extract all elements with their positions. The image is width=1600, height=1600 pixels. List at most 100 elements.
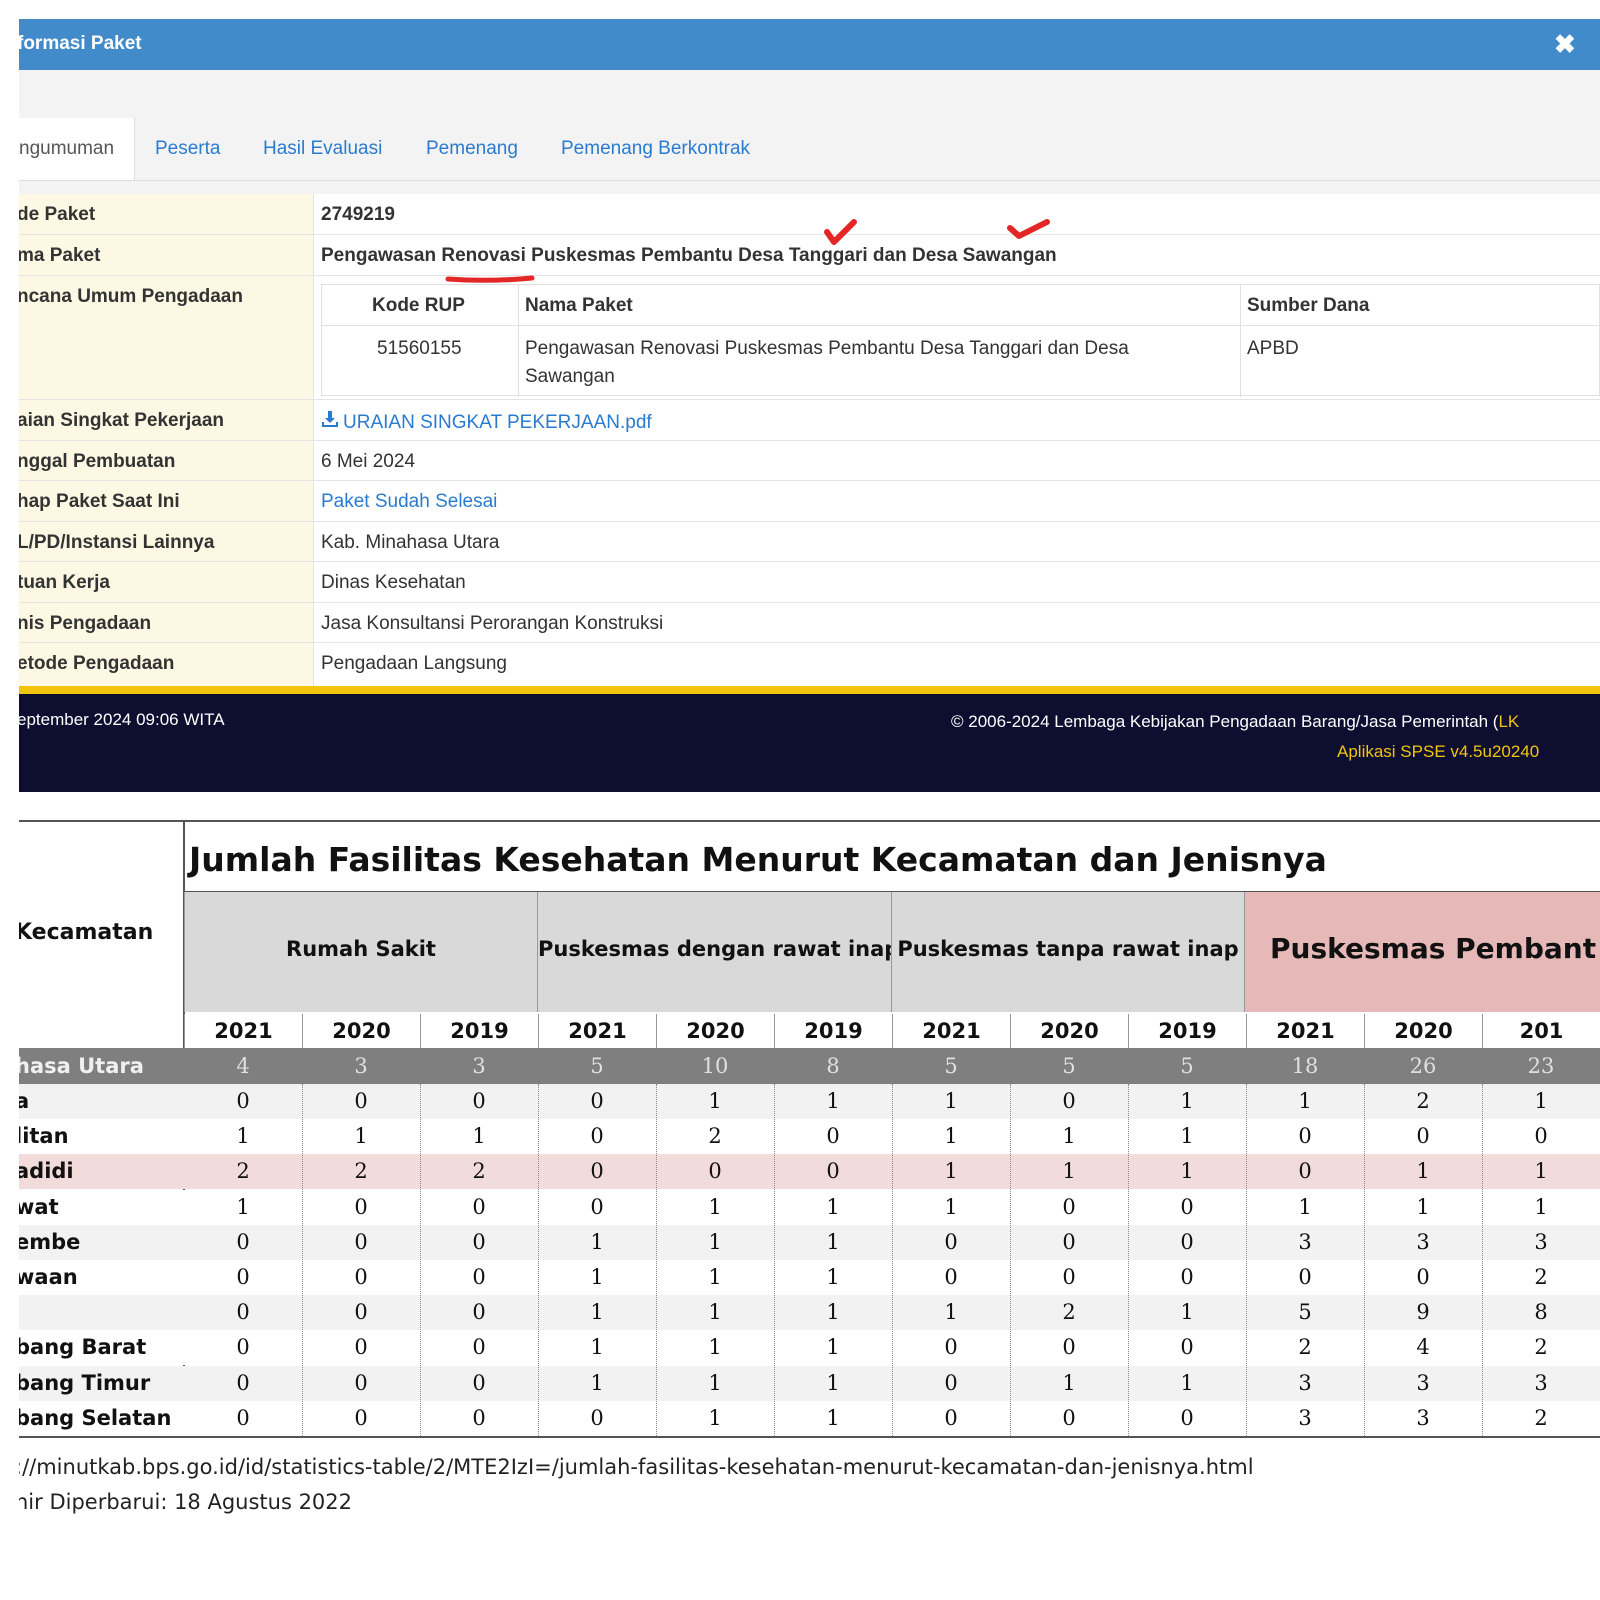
total-cell: 5 (590, 1054, 604, 1078)
total-cell: 18 (1291, 1054, 1319, 1078)
table-cell: 9 (1416, 1300, 1430, 1325)
table-cell: 0 (1062, 1194, 1076, 1219)
value-instansi: Kab. Minahasa Utara (321, 532, 500, 553)
table-cell: 3 (1298, 1229, 1312, 1254)
table-cell: 2 (236, 1159, 250, 1184)
year-header-cell: 2019 (420, 1014, 538, 1048)
table-cell: 0 (944, 1405, 958, 1430)
year-header-cell: 201 (1482, 1014, 1600, 1048)
table-cell: 0 (826, 1124, 840, 1149)
row-instansi: L/PD/Instansi Lainnya Kab. Minahasa Utar… (19, 522, 1600, 562)
table-cell: 3 (1298, 1370, 1312, 1395)
table-cell: 3 (1534, 1370, 1548, 1395)
table-cell: 2 (1534, 1405, 1548, 1430)
total-cell: 26 (1409, 1054, 1437, 1078)
year-header-cell: 2021 (538, 1014, 656, 1048)
rup-header-sumber: Sumber Dana (1247, 295, 1370, 316)
year-header-cell: 2021 (184, 1014, 302, 1048)
table-cell: 1 (1180, 1300, 1194, 1325)
table-cell: 3 (1416, 1229, 1430, 1254)
table-cell: 1 (708, 1229, 722, 1254)
table-cell: 1 (1180, 1124, 1194, 1149)
red-underline-mark (445, 275, 535, 283)
download-icon (321, 410, 339, 434)
row-tahap: hap Paket Saat Ini Paket Sudah Selesai (19, 481, 1600, 522)
table-cell: 1 (590, 1370, 604, 1395)
table-cell: 1 (826, 1194, 840, 1219)
table-cell: 0 (590, 1194, 604, 1219)
table-cell: 1 (590, 1300, 604, 1325)
table-cell: 1 (1534, 1089, 1548, 1113)
tab-pemenang[interactable]: Pemenang (426, 118, 518, 180)
row-kecamatan-name: embe (19, 1229, 81, 1254)
table-cell: 0 (1180, 1229, 1194, 1254)
label-kode-paket: de Paket (19, 204, 96, 225)
table-cell: 1 (708, 1089, 722, 1113)
row-kecamatan-name: litan (19, 1124, 69, 1149)
total-cell: 5 (944, 1054, 958, 1078)
table-cell: 0 (236, 1370, 250, 1395)
tab-peserta[interactable]: Peserta (155, 118, 220, 180)
table-cell: 3 (1298, 1405, 1312, 1430)
group-puskesmas-rawat-inap: Puskesmas dengan rawat inap (537, 892, 899, 1012)
table-cell: 2 (354, 1159, 368, 1184)
table-cell: 0 (708, 1159, 722, 1184)
table-cell: 0 (944, 1265, 958, 1289)
table-cell: 1 (826, 1370, 840, 1395)
rup-sumber: APBD (1247, 338, 1299, 359)
tab-pengumuman[interactable]: ngumuman (19, 118, 136, 180)
footer-timestamp: eptember 2024 09:06 WITA (19, 710, 225, 729)
package-info-modal: formasi Paket ✖ ngumuman Peserta Hasil E… (19, 19, 1600, 792)
table-cell: 0 (354, 1265, 368, 1289)
table-cell: 0 (236, 1300, 250, 1325)
row-kecamatan-name: bang Timur (19, 1370, 151, 1395)
table-cell: 0 (1180, 1405, 1194, 1430)
row-rup: ncana Umum Pengadaan Kode RUP Nama Paket… (19, 276, 1600, 400)
footer-app-version: Aplikasi SPSE v4.5u20240 (1337, 742, 1540, 761)
label-uraian: aian Singkat Pekerjaan (19, 410, 224, 431)
label-nama-paket: ma Paket (19, 245, 101, 266)
table-cell: 0 (354, 1089, 368, 1113)
table-cell: 0 (354, 1300, 368, 1325)
year-header-cell: 2019 (774, 1014, 892, 1048)
modal-title: formasi Paket (19, 33, 142, 54)
row-kecamatan-name: wat (19, 1194, 59, 1219)
table-cell: 1 (1534, 1159, 1548, 1184)
row-jenis: nis Pengadaan Jasa Konsultansi Peroranga… (19, 603, 1600, 643)
table-cell: 0 (944, 1370, 958, 1395)
statistics-table: Jumlah Fasilitas Kesehatan Menurut Kecam… (19, 820, 1600, 1600)
row-uraian: aian Singkat Pekerjaan URAIAN SINGKAT PE… (19, 400, 1600, 441)
table-cell: 0 (354, 1229, 368, 1254)
table-cell: 0 (826, 1159, 840, 1184)
year-header-cell: 2020 (1010, 1014, 1128, 1048)
table-cell: 0 (590, 1124, 604, 1149)
row-kode-paket: de Paket 2749219 (19, 194, 1600, 235)
close-icon[interactable]: ✖ (1554, 29, 1576, 60)
table-cell: 4 (1416, 1335, 1430, 1360)
label-jenis: nis Pengadaan (19, 613, 152, 634)
table-cell: 1 (708, 1194, 722, 1219)
table-cell: 0 (472, 1370, 486, 1395)
table-cell: 0 (236, 1089, 250, 1113)
table-cell: 1 (826, 1335, 840, 1360)
table-cell: 1 (1062, 1159, 1076, 1184)
table-cell: 1 (236, 1194, 250, 1219)
label-tahap: hap Paket Saat Ini (19, 491, 180, 512)
table-cell: 1 (590, 1265, 604, 1289)
table-cell: 0 (354, 1194, 368, 1219)
table-cell: 0 (944, 1335, 958, 1360)
tab-pemenang-berkontrak[interactable]: Pemenang Berkontrak (561, 118, 750, 180)
table-cell: 1 (708, 1335, 722, 1360)
value-tahap-link[interactable]: Paket Sudah Selesai (321, 491, 497, 513)
row-kecamatan-name: bang Barat (19, 1335, 147, 1360)
table-cell: 1 (1180, 1370, 1194, 1395)
table-cell: 1 (1062, 1370, 1076, 1395)
total-cell: 5 (1062, 1054, 1076, 1078)
tab-hasil-evaluasi[interactable]: Hasil Evaluasi (263, 118, 382, 180)
uraian-download-link[interactable]: URAIAN SINGKAT PEKERJAAN.pdf (321, 410, 652, 434)
table-cell: 1 (826, 1265, 840, 1289)
table-cell: 0 (236, 1405, 250, 1430)
footer-copyright: © 2006-2024 Lembaga Kebijakan Pengadaan … (951, 712, 1520, 731)
table-cell: 1 (1298, 1194, 1312, 1219)
table-cell: 1 (826, 1089, 840, 1113)
